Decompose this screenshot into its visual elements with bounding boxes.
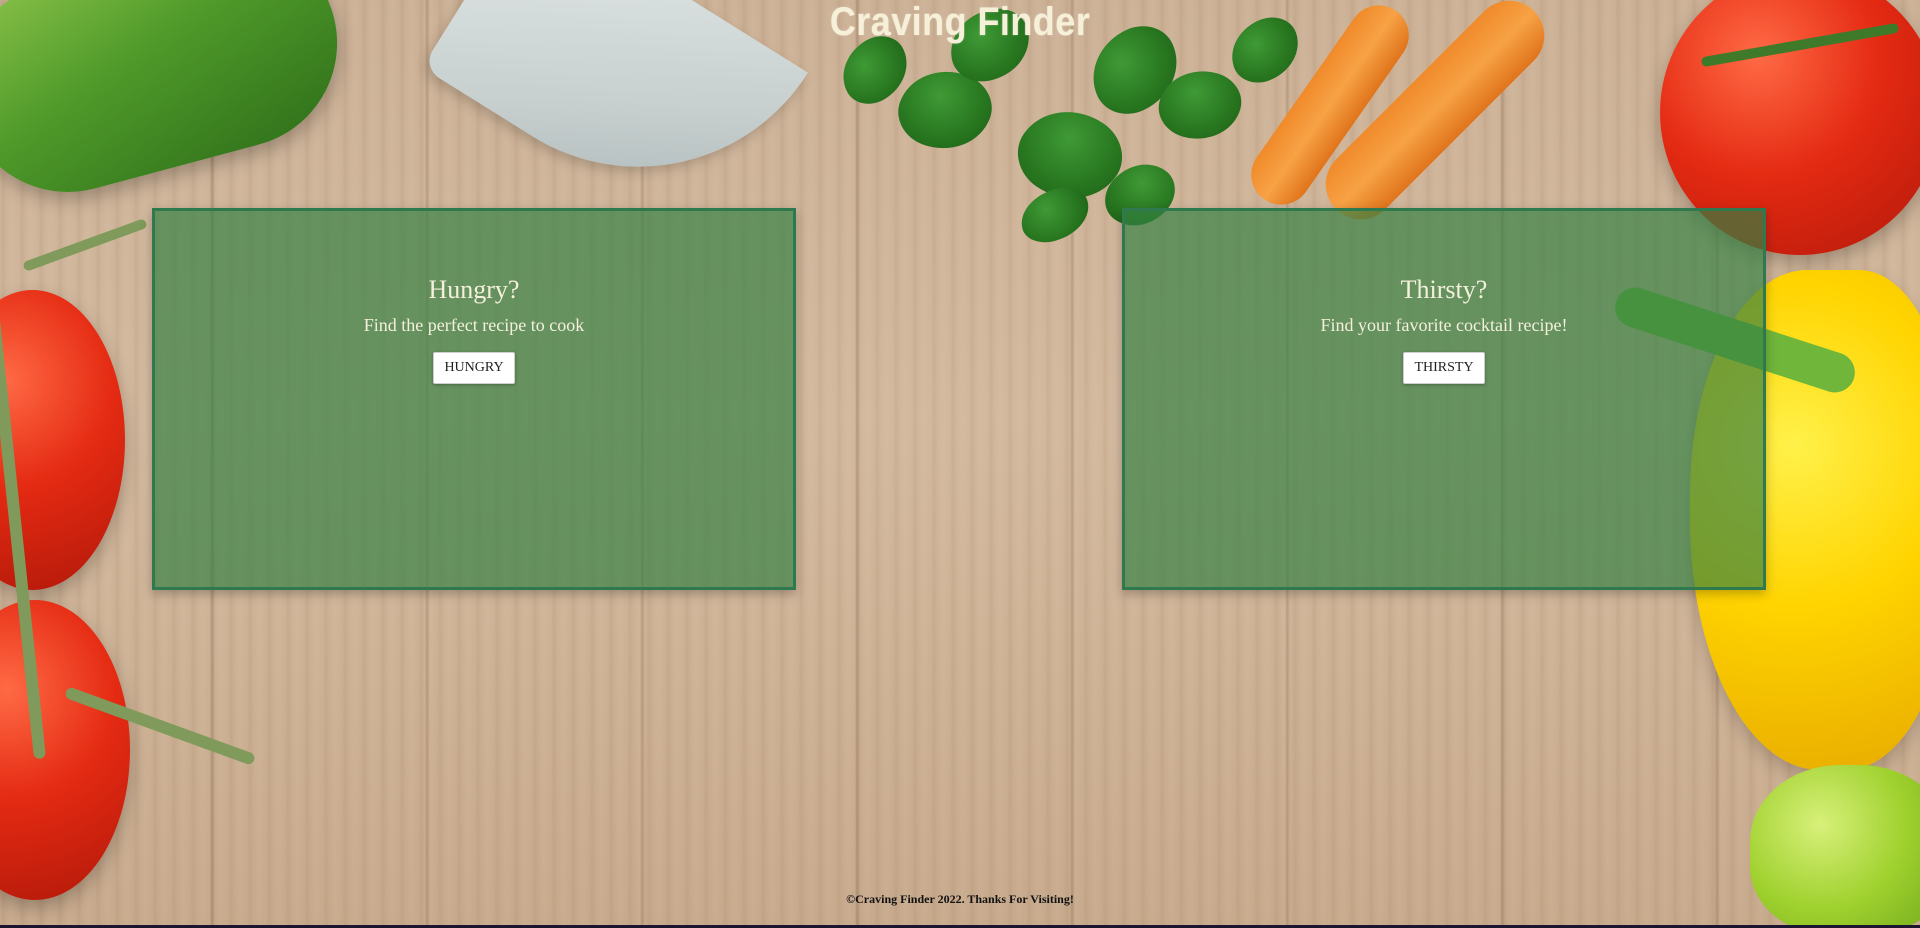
footer-text: ©Craving Finder 2022. Thanks For Visitin… xyxy=(846,892,1074,906)
thirsty-button[interactable]: THIRSTY xyxy=(1403,352,1485,384)
hungry-card: Hungry? Find the perfect recipe to cook … xyxy=(152,208,796,590)
thirsty-heading: Thirsty? xyxy=(1400,275,1488,304)
thirsty-card: Thirsty? Find your favorite cocktail rec… xyxy=(1122,208,1766,590)
page-title: Craving Finder xyxy=(829,0,1091,44)
hungry-button[interactable]: HUNGRY xyxy=(433,352,515,384)
hungry-description: Find the perfect recipe to cook xyxy=(363,315,585,335)
thirsty-description: Find your favorite cocktail recipe! xyxy=(1320,315,1568,335)
hungry-heading: Hungry? xyxy=(428,275,520,304)
